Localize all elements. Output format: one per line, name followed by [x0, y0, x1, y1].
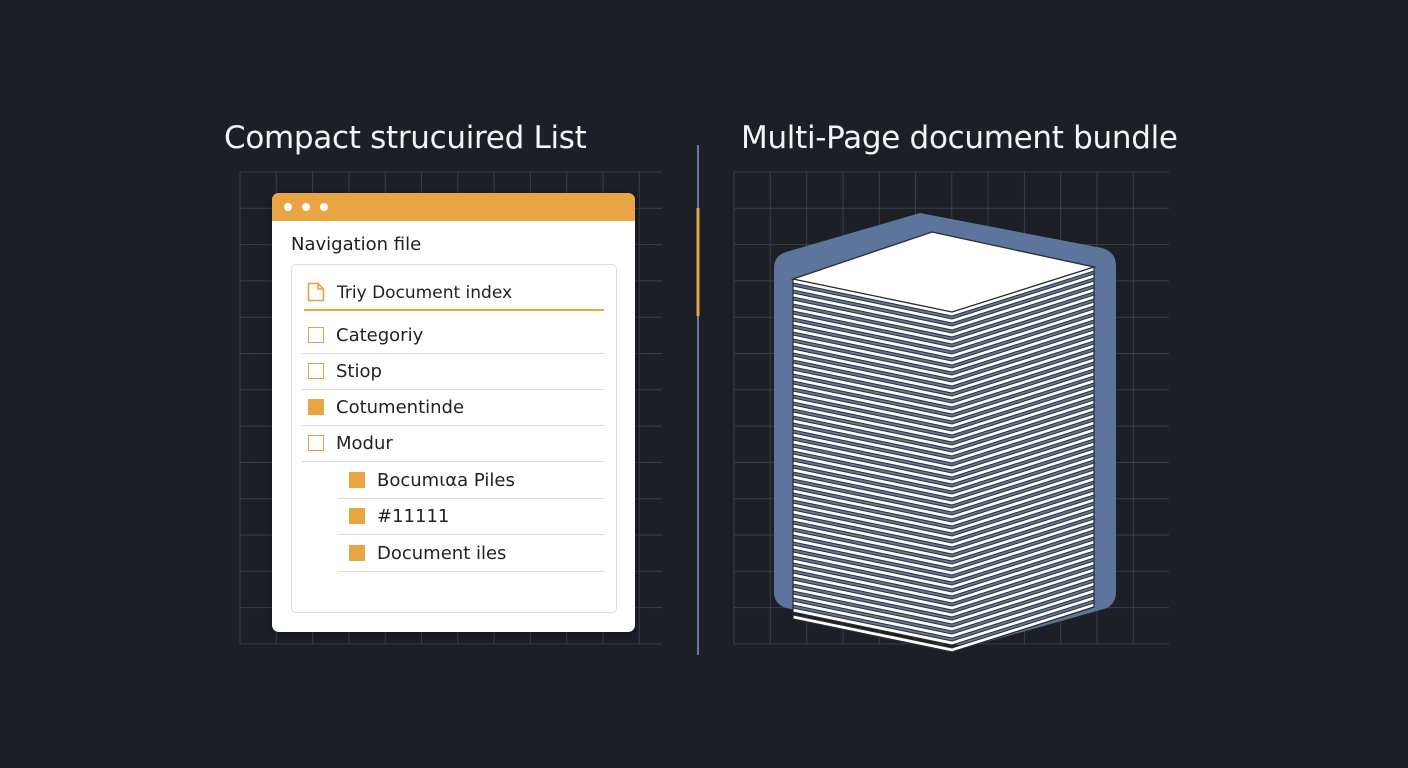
- document-stack-illustration: [774, 213, 1116, 653]
